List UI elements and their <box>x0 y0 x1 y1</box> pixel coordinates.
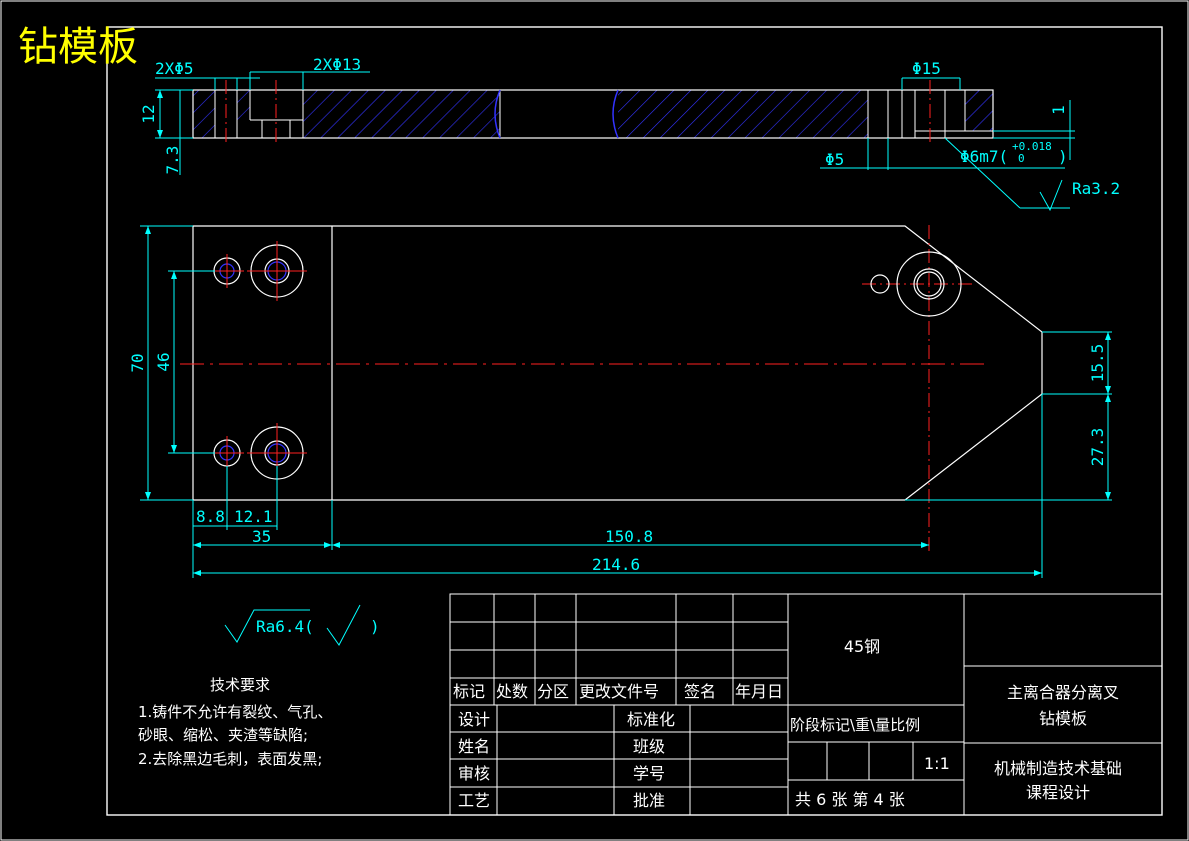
section-view <box>192 80 994 146</box>
roughness-ra32: Ra3.2 <box>1072 179 1120 198</box>
hdr-date: 年月日 <box>735 682 783 701</box>
material: 45钢 <box>844 637 880 656</box>
dim-8-8: 8.8 <box>196 507 225 526</box>
row-design: 设计 <box>458 710 490 729</box>
row-check: 审核 <box>458 764 490 783</box>
drawing-canvas: 钻模板 2XΦ5 2XΦ13 Φ15 12 7.3 1 Φ5 Φ6m7(+0.… <box>0 0 1189 841</box>
sheets: 共 6 张 第 4 张 <box>795 790 905 809</box>
plan-view <box>180 225 1043 555</box>
hdr-zone: 分区 <box>537 682 569 701</box>
dim-27-3: 27.3 <box>1088 428 1107 467</box>
part-name-1: 主离合器分离叉 <box>1007 683 1119 702</box>
org-1: 机械制造技术基础 <box>994 759 1122 778</box>
scale: 1:1 <box>924 754 950 773</box>
tech-req-heading: 技术要求 <box>210 676 270 694</box>
dim-2x-phi13: 2XΦ13 <box>313 55 361 74</box>
dim-phi6m7: Φ6m7( <box>960 147 1008 166</box>
dim-150-8: 150.8 <box>605 527 653 546</box>
roughness-close: ) <box>370 617 380 636</box>
tech-req-line1: 1.铸件不允许有裂纹、气孔、 <box>138 703 332 721</box>
dim-214-6: 214.6 <box>592 555 640 574</box>
tol-close: ) <box>1058 147 1068 166</box>
dim-70: 70 <box>128 353 147 372</box>
dim-46: 46 <box>154 352 173 371</box>
tol-lower: 0 <box>1018 152 1025 165</box>
org-2: 课程设计 <box>1026 783 1090 802</box>
approve-label: 批准 <box>633 791 665 810</box>
tech-req-line3: 2.去除黑边毛刺，表面发黑; <box>138 750 322 768</box>
hdr-count: 处数 <box>496 682 528 701</box>
hdr-change: 更改文件号 <box>579 682 659 701</box>
drawing-title: 钻模板 <box>18 24 138 70</box>
dim-35: 35 <box>252 527 271 546</box>
dim-7-3: 7.3 <box>163 146 182 175</box>
dim-2x-phi5: 2XΦ5 <box>155 59 194 78</box>
dim-15-5: 15.5 <box>1088 344 1107 383</box>
title-block <box>449 593 1163 816</box>
tech-req-line2: 砂眼、缩松、夹渣等缺陷; <box>138 726 308 744</box>
class-label: 班级 <box>633 737 665 756</box>
std-label: 标准化 <box>627 710 675 729</box>
hdr-mark: 标记 <box>453 682 485 701</box>
row-name: 姓名 <box>458 737 490 756</box>
dim-12-1: 12.1 <box>234 507 273 526</box>
hdr-sign: 签名 <box>684 682 716 701</box>
dim-12: 12 <box>139 104 158 123</box>
dim-1: 1 <box>1049 105 1068 115</box>
student-no-label: 学号 <box>633 764 665 783</box>
dim-phi5-bottom: Φ5 <box>825 150 844 169</box>
part-name-2: 钻模板 <box>1039 709 1087 728</box>
dim-phi15: Φ15 <box>912 59 941 78</box>
row-process: 工艺 <box>458 791 490 810</box>
stage-header: 阶段标记\重\量比例 <box>790 716 920 734</box>
roughness-ra64: Ra6.4( <box>256 617 314 636</box>
section-view-dimensions <box>155 71 1075 212</box>
